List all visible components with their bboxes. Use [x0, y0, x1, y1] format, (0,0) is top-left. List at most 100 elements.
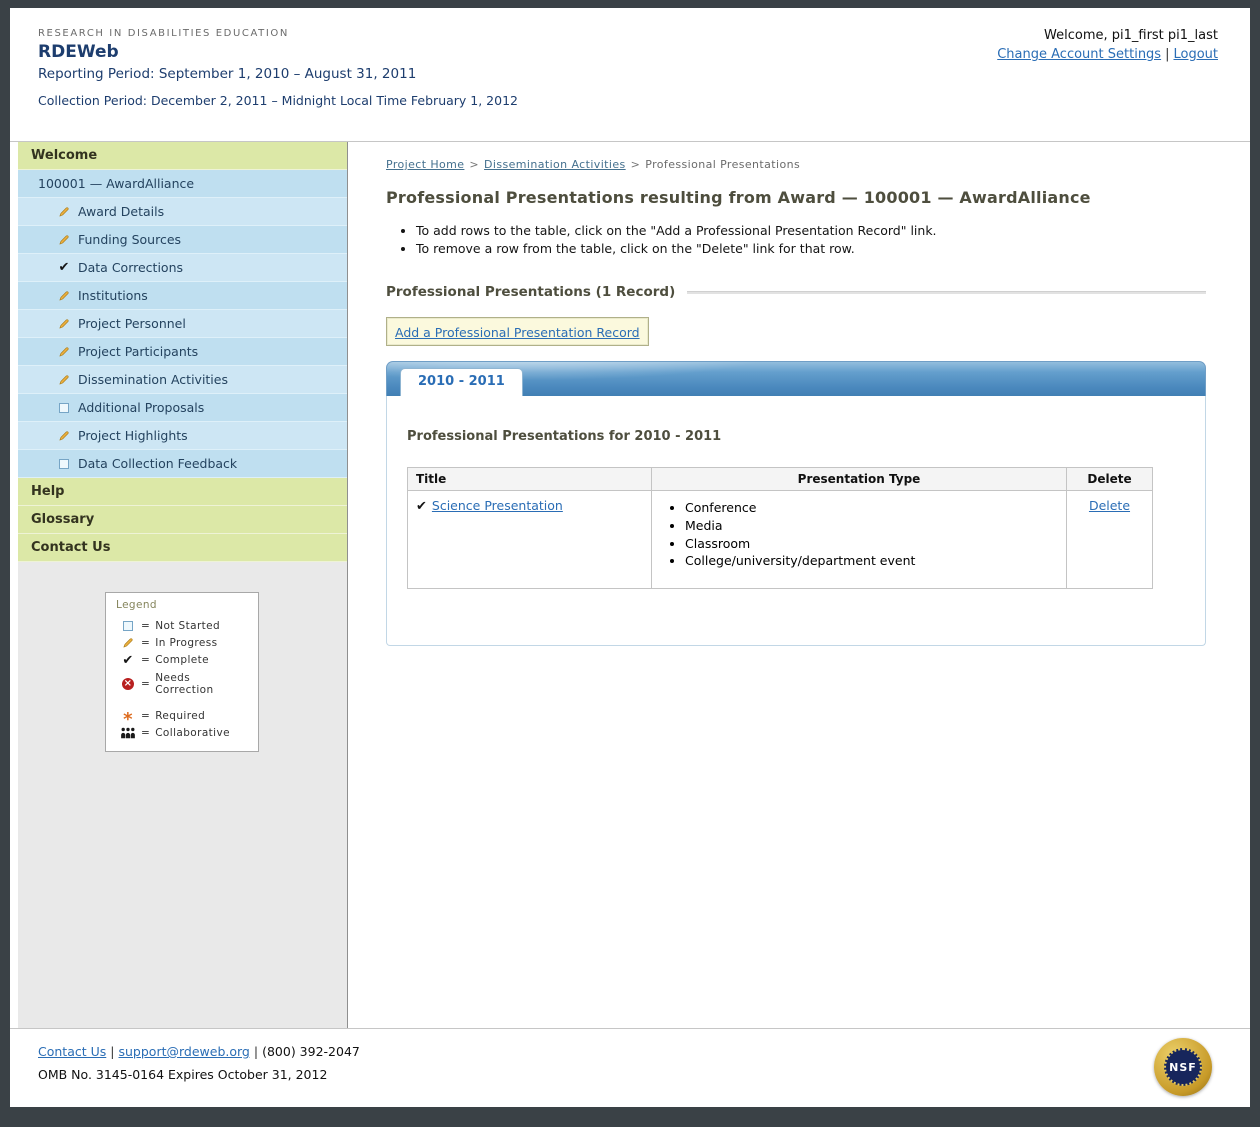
presentation-type-item: Conference	[685, 499, 1058, 517]
column-header-title: Title	[408, 468, 652, 491]
sidebar-header-glossary[interactable]: Glossary	[18, 506, 347, 534]
sidebar-item-funding-sources[interactable]: Funding Sources	[18, 226, 347, 254]
sidebar-item-label: Project Personnel	[78, 316, 186, 331]
legend-row-not-started: = Not Started	[112, 617, 252, 634]
sidebar-item-data-corrections[interactable]: ✔ Data Corrections	[18, 254, 347, 282]
sidebar-item-award[interactable]: 100001 — AwardAlliance	[18, 170, 347, 198]
add-record-box: Add a Professional Presentation Record	[386, 317, 649, 346]
equals-sign: =	[141, 654, 150, 666]
instruction-item: To remove a row from the table, click on…	[416, 240, 1206, 258]
link-separator: |	[1165, 47, 1169, 62]
sidebar-item-institutions[interactable]: Institutions	[18, 282, 347, 310]
footer-contact-us-link[interactable]: Contact Us	[38, 1044, 106, 1059]
change-account-settings-link[interactable]: Change Account Settings	[997, 47, 1161, 62]
sidebar-item-label: Additional Proposals	[78, 400, 204, 415]
legend-row-complete: ✔ = Complete	[112, 651, 252, 669]
not-started-icon	[120, 621, 136, 631]
reporting-period-text: Reporting Period: September 1, 2010 – Au…	[38, 66, 1222, 82]
equals-sign: =	[141, 678, 150, 690]
asterisk-icon: *	[120, 712, 136, 720]
breadcrumb-current: Professional Presentations	[645, 158, 800, 171]
title-cell: ✔Science Presentation	[408, 491, 652, 589]
sidebar-item-project-personnel[interactable]: Project Personnel	[18, 310, 347, 338]
x-circle-icon: ×	[120, 678, 136, 690]
equals-sign: =	[141, 710, 150, 722]
pencil-icon	[57, 206, 71, 218]
sidebar-header-label: Contact Us	[31, 540, 110, 555]
equals-sign: =	[141, 637, 150, 649]
add-professional-presentation-record-link[interactable]: Add a Professional Presentation Record	[395, 325, 640, 340]
sidebar-header-contact-us[interactable]: Contact Us	[18, 534, 347, 562]
legend-row-collaborative: = Collaborative	[112, 724, 252, 741]
panel-title: Professional Presentations for 2010 - 20…	[407, 429, 1185, 444]
collection-period-text: Collection Period: December 2, 2011 – Mi…	[38, 93, 1222, 108]
table-row: ✔Science Presentation Conference Media C…	[408, 491, 1153, 589]
legend-row-in-progress: = In Progress	[112, 634, 252, 651]
footer-email-link[interactable]: support@rdeweb.org	[119, 1044, 250, 1059]
sidebar-item-award-details[interactable]: Award Details	[18, 198, 347, 226]
main-content: Project Home>Dissemination Activities>Pr…	[348, 142, 1250, 1028]
breadcrumb: Project Home>Dissemination Activities>Pr…	[386, 158, 1206, 171]
legend-label: Not Started	[155, 620, 220, 632]
separator: |	[254, 1044, 258, 1059]
presentation-type-cell: Conference Media Classroom College/unive…	[652, 491, 1067, 589]
sidebar-header-help[interactable]: Help	[18, 478, 347, 506]
pencil-icon	[57, 318, 71, 330]
breadcrumb-project-home[interactable]: Project Home	[386, 158, 464, 171]
footer-omb-text: OMB No. 3145-0164 Expires October 31, 20…	[38, 1067, 1222, 1082]
instructions-list: To add rows to the table, click on the "…	[386, 222, 1206, 257]
sidebar-item-data-collection-feedback[interactable]: Data Collection Feedback	[18, 450, 347, 478]
footer-phone: (800) 392-2047	[262, 1044, 360, 1059]
breadcrumb-separator: >	[469, 158, 479, 171]
sidebar: Welcome 100001 — AwardAlliance Award Det…	[18, 142, 348, 1028]
instruction-item: To add rows to the table, click on the "…	[416, 222, 1206, 240]
pencil-icon	[57, 234, 71, 246]
sidebar-item-label: Project Participants	[78, 344, 198, 359]
page-title: Professional Presentations resulting fro…	[386, 188, 1206, 207]
column-header-presentation-type: Presentation Type	[652, 468, 1067, 491]
check-glyph: ✔	[122, 654, 133, 667]
not-started-icon	[57, 403, 71, 413]
logout-link[interactable]: Logout	[1173, 47, 1218, 62]
delete-cell: Delete	[1067, 491, 1153, 589]
section-head: Professional Presentations (1 Record)	[386, 284, 1206, 300]
legend-title: Legend	[116, 599, 252, 611]
breadcrumb-dissemination-activities[interactable]: Dissemination Activities	[484, 158, 626, 171]
sidebar-item-dissemination-activities[interactable]: Dissemination Activities	[18, 366, 347, 394]
pencil-icon	[120, 637, 136, 649]
welcome-user-text: Welcome, pi1_first pi1_last	[997, 28, 1218, 43]
legend-label: Needs Correction	[155, 672, 252, 696]
body-row: Welcome 100001 — AwardAlliance Award Det…	[10, 141, 1250, 1028]
year-tabs: 2010 - 2011 Professional Presentations f…	[386, 361, 1206, 646]
check-icon: ✔	[57, 261, 71, 274]
legend-row-required: * = Required	[112, 707, 252, 724]
section-title: Professional Presentations (1 Record)	[386, 284, 675, 300]
user-area: Welcome, pi1_first pi1_last Change Accou…	[997, 28, 1218, 62]
equals-sign: =	[141, 620, 150, 632]
delete-row-link[interactable]: Delete	[1089, 498, 1130, 513]
sidebar-item-project-highlights[interactable]: Project Highlights	[18, 422, 347, 450]
tab-2010-2011[interactable]: 2010 - 2011	[400, 368, 523, 396]
sidebar-item-label: Institutions	[78, 288, 148, 303]
check-glyph: ✔	[59, 261, 70, 274]
nsf-logo-text: NSF	[1164, 1048, 1202, 1086]
app-header: Welcome, pi1_first pi1_last Change Accou…	[10, 8, 1250, 141]
sidebar-item-project-participants[interactable]: Project Participants	[18, 338, 347, 366]
sidebar-item-label: Project Highlights	[78, 428, 188, 443]
table-header-row: Title Presentation Type Delete	[408, 468, 1153, 491]
sidebar-item-label: Funding Sources	[78, 232, 181, 247]
legend-label: In Progress	[155, 637, 217, 649]
presentation-type-item: Media	[685, 517, 1058, 535]
sidebar-item-label: Data Collection Feedback	[78, 456, 237, 471]
pencil-icon	[57, 430, 71, 442]
sidebar-item-label: Data Corrections	[78, 260, 183, 275]
equals-sign: =	[141, 727, 150, 739]
asterisk-glyph: *	[123, 716, 133, 724]
sidebar-header-welcome[interactable]: Welcome	[18, 142, 347, 170]
not-started-icon	[57, 459, 71, 469]
column-header-delete: Delete	[1067, 468, 1153, 491]
app-window: Welcome, pi1_first pi1_last Change Accou…	[10, 8, 1250, 1107]
science-presentation-link[interactable]: Science Presentation	[432, 498, 563, 513]
legend: Legend = Not Started = In Progress ✔ = C…	[105, 592, 259, 752]
sidebar-item-additional-proposals[interactable]: Additional Proposals	[18, 394, 347, 422]
